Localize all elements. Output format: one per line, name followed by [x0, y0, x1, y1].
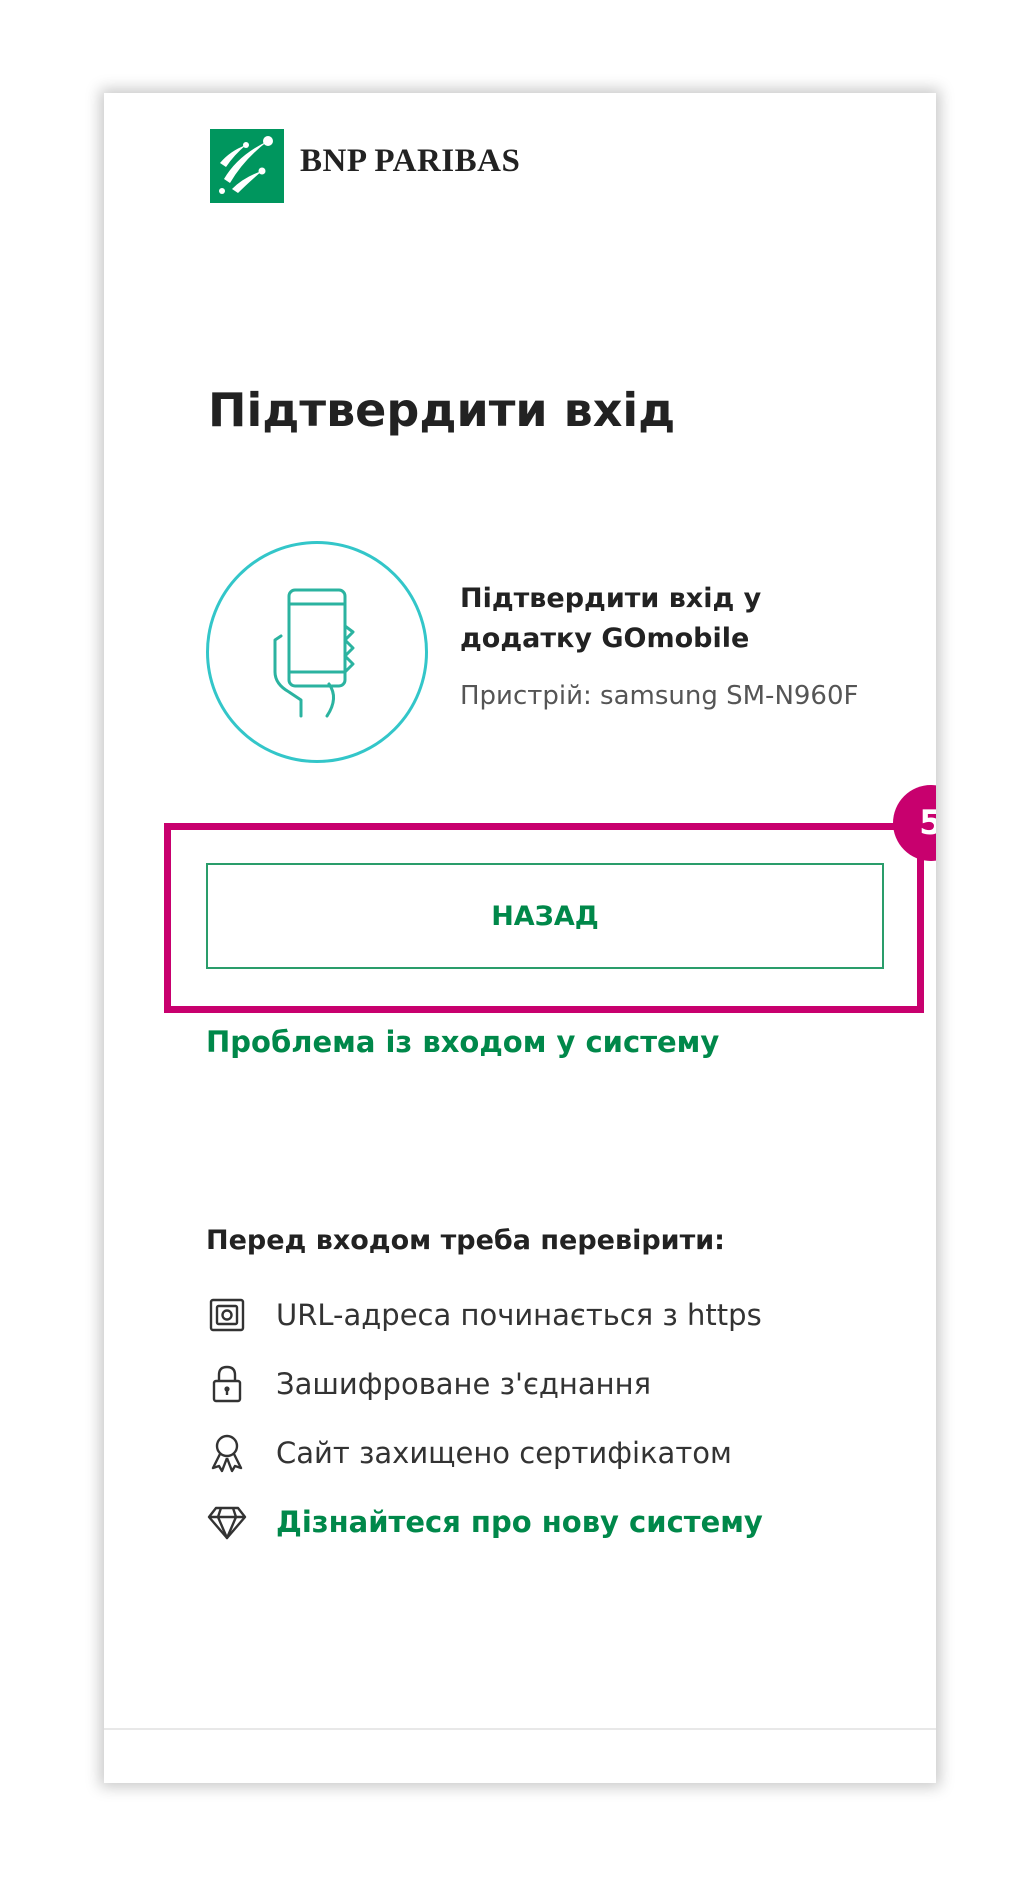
login-problem-link[interactable]: Проблема із входом у систему [206, 1025, 719, 1059]
confirm-title: Підтвердити вхід у додатку GOmobile [460, 583, 762, 654]
phone-confirm-icon [206, 541, 428, 763]
login-card: BNP PARIBAS Підтвердити вхід Підтвердити… [104, 93, 936, 1783]
certificate-icon [206, 1432, 248, 1474]
url-icon [206, 1294, 248, 1336]
device-name: samsung SM-N960F [600, 681, 859, 711]
bnp-logo-icon [210, 129, 284, 203]
step-highlight-frame [164, 823, 924, 1013]
list-item[interactable]: Дізнайтеся про нову систему [206, 1487, 763, 1556]
footer-divider [104, 1728, 936, 1730]
security-check-title: Перед входом треба перевірити: [206, 1225, 725, 1256]
device-label: Пристрій: [460, 681, 592, 711]
list-item: URL-адреса починається з https [206, 1280, 763, 1349]
brand-name: BNP PARIBAS [300, 143, 521, 179]
url-check-label: URL-адреса починається з https [276, 1297, 762, 1332]
diamond-icon [206, 1501, 248, 1543]
list-item: Сайт захищено сертифікатом [206, 1418, 763, 1487]
learn-new-system-link[interactable]: Дізнайтеся про нову систему [276, 1505, 763, 1539]
encryption-check-label: Зашифроване з'єднання [276, 1366, 652, 1401]
page-title: Підтвердити вхід [208, 383, 676, 437]
security-check-list: URL-адреса починається з https Зашифрова… [206, 1280, 763, 1556]
device-line: Пристрій: samsung SM-N960F [460, 681, 858, 711]
certificate-check-label: Сайт захищено сертифікатом [276, 1435, 732, 1470]
list-item: Зашифроване з'єднання [206, 1349, 763, 1418]
lock-icon [206, 1363, 248, 1405]
